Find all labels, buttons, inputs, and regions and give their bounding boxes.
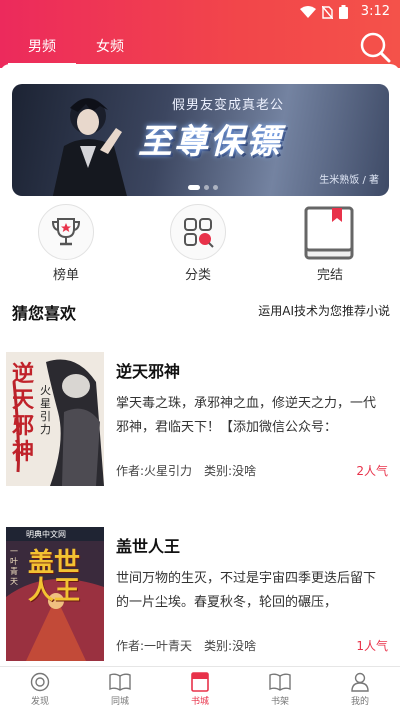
app-root: 3:12 男频 女频 假男友变成真老公 至尊保镖 生米熟饭 / 著 榜单 分类 …: [0, 0, 400, 711]
quick-nav-categories[interactable]: 分类: [158, 204, 238, 283]
nav-label: 发现: [30, 697, 49, 707]
nav-profile[interactable]: 我的: [320, 667, 400, 711]
book-category: 类别:没啥: [204, 639, 257, 653]
nav-discover[interactable]: 发现: [0, 667, 80, 711]
bookshelf-icon: [269, 673, 291, 691]
nav-label: 书城: [190, 697, 209, 707]
nav-label: 同城: [110, 697, 129, 707]
no-sim-icon: [322, 5, 333, 19]
book-cover-title: 盖世人王: [27, 548, 80, 606]
status-icons: [300, 5, 348, 19]
bottom-nav: 发现 同城 书城 书架 我的: [0, 666, 400, 711]
banner-pagination: [188, 185, 218, 190]
bookstore-icon: [191, 672, 209, 692]
categories-icon-circle: [170, 204, 226, 260]
book-title: 逆天邪神: [116, 362, 181, 381]
banner-title: 至尊保镖: [138, 122, 282, 162]
book-cover-brand: 明典中文网: [26, 530, 66, 539]
banner-character-illustration: [52, 98, 127, 196]
recommend-section-title: 猜您喜欢: [12, 304, 77, 323]
nav-bookshelf[interactable]: 书架: [240, 667, 320, 711]
book-category: 类别:没啥: [204, 464, 257, 478]
nav-label: 书架: [270, 697, 289, 707]
book-cover-title: 逆天邪神: [12, 362, 35, 465]
header: 3:12 男频 女频: [0, 0, 400, 68]
book-cover-author: 一叶青天: [10, 547, 18, 586]
banner-author: 生米熟饭 / 著: [319, 175, 379, 186]
local-icon: [109, 673, 131, 691]
book-popularity: 1人气: [356, 639, 388, 653]
banner-subtitle: 假男友变成真老公: [172, 98, 285, 113]
recommend-section-note: 运用AI技术为您推荐小说: [258, 304, 390, 318]
completed-icon-circle: [302, 204, 358, 260]
book-meta: 作者:火星引力 类别:没啥: [116, 462, 256, 479]
category-icon: [184, 218, 214, 248]
book-author: 作者:一叶青天: [116, 639, 193, 653]
book-meta: 作者:一叶青天 类别:没啥: [116, 637, 256, 654]
book-popularity: 2人气: [356, 464, 388, 478]
book-author: 作者:火星引力: [116, 464, 193, 478]
quick-nav-label: 分类: [184, 268, 211, 283]
book-card[interactable]: 明典中文网 一叶青天 盖世人王 盖世人王 世间万物的生灭，不过是宇宙四季更迭后留…: [0, 527, 400, 677]
trophy-icon: [51, 218, 81, 246]
tab-male[interactable]: 男频: [8, 34, 76, 68]
promo-banner[interactable]: 假男友变成真老公 至尊保镖 生米熟饭 / 著: [12, 84, 389, 196]
book-description: 世间万物的生灭，不过是宇宙四季更迭后留下的一片尘埃。春夏秋冬，轮回的碾压，: [116, 571, 377, 610]
status-bar: 3:12: [0, 0, 400, 24]
quick-nav-completed[interactable]: 完结: [290, 204, 370, 283]
book-complete-icon: [304, 206, 354, 260]
banner-dot-active: [188, 185, 200, 190]
battery-icon: [339, 5, 348, 19]
rankings-icon-circle: [38, 204, 94, 260]
book-description: 掌天毒之珠，承邪神之血，修逆天之力，一代邪神，君临天下！【添加微信公众号：: [116, 396, 377, 435]
search-icon[interactable]: [358, 30, 392, 64]
quick-nav: 榜单 分类 完结: [0, 204, 400, 284]
nav-label: 我的: [350, 697, 369, 707]
channel-tabs: 男频 女频: [0, 34, 144, 68]
tab-female[interactable]: 女频: [76, 34, 144, 68]
book-card[interactable]: 逆天邪神 火星引力 逆天邪神 掌天毒之珠，承邪神之血，修逆天之力，一代邪神，君临…: [0, 352, 400, 502]
discover-icon: [30, 672, 50, 692]
quick-nav-rankings[interactable]: 榜单: [26, 204, 106, 283]
wifi-icon: [300, 6, 316, 18]
quick-nav-label: 榜单: [52, 268, 79, 283]
profile-icon: [351, 672, 369, 692]
status-time: 3:12: [360, 4, 390, 19]
nav-local[interactable]: 同城: [80, 667, 160, 711]
quick-nav-label: 完结: [316, 268, 343, 283]
book-title: 盖世人王: [116, 537, 181, 556]
banner-dot: [213, 185, 218, 190]
banner-dot: [204, 185, 209, 190]
book-cover: 明典中文网 一叶青天 盖世人王: [6, 527, 104, 661]
book-cover-author: 火星引力: [40, 384, 51, 436]
nav-bookstore[interactable]: 书城: [160, 667, 240, 711]
book-cover: 逆天邪神 火星引力: [6, 352, 104, 486]
